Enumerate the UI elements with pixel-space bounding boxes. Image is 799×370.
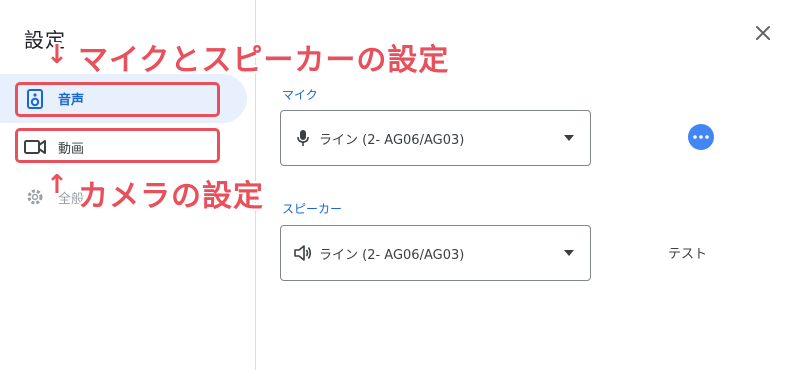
speaker-select-value: ライン (2- AG06/AG03) — [319, 247, 465, 263]
mic-more-options-button[interactable] — [688, 124, 714, 150]
chevron-down-icon — [564, 250, 574, 256]
sidebar-item-audio[interactable]: 音声 — [0, 74, 247, 123]
mic-select[interactable]: ライン (2- AG06/AG03) — [280, 110, 591, 166]
close-icon — [756, 26, 770, 40]
speaker-select[interactable]: ライン (2- AG06/AG03) — [280, 225, 591, 281]
speaker-device-icon — [24, 88, 46, 110]
microphone-icon — [293, 128, 313, 148]
volume-icon — [293, 243, 313, 263]
mic-section-label: マイク — [282, 88, 318, 102]
sidebar-item-video[interactable]: 動画 — [0, 124, 247, 170]
speaker-section-label: スピーカー — [282, 202, 343, 216]
more-horizontal-icon — [693, 135, 709, 139]
annotation-camera-settings: カメラの設定 — [78, 179, 264, 214]
annotation-arrow-up: ↑ — [46, 170, 68, 200]
speaker-test-button[interactable]: テスト — [668, 243, 707, 262]
settings-dialog: 設定 音声 動画 全般 ↓ マイクとスピーカーの設定 ↑ カメラの設定 マイク … — [0, 0, 799, 370]
videocam-icon — [24, 136, 46, 158]
sidebar-item-label: 音声 — [58, 93, 85, 108]
close-button[interactable] — [748, 18, 778, 48]
annotation-speaker-settings: マイクとスピーカーの設定 — [78, 43, 450, 78]
chevron-down-icon — [564, 135, 574, 141]
mic-select-value: ライン (2- AG06/AG03) — [319, 132, 465, 148]
gear-icon — [24, 186, 46, 208]
annotation-arrow-down: ↓ — [46, 40, 68, 70]
sidebar-item-label: 動画 — [58, 141, 85, 157]
